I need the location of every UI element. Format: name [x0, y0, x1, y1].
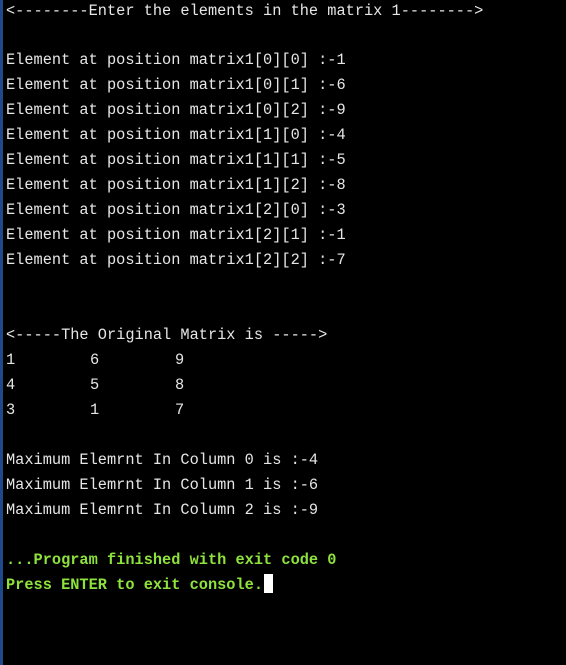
console-line: Element at position matrix1[2][2] :-7 [6, 251, 346, 269]
console-line: Element at position matrix1[0][1] :-6 [6, 76, 346, 94]
matrix-cell: 3 [6, 401, 16, 419]
matrix-cell: 7 [175, 401, 185, 419]
matrix-title: <-----The Original Matrix is -----> [6, 326, 328, 344]
console-window[interactable]: <--------Enter the elements in the matri… [0, 0, 566, 665]
matrix-cell: 4 [6, 376, 16, 394]
exit-status-message: ...Program finished with exit code 0 [6, 551, 337, 569]
console-line: Maximum Elemrnt In Column 2 is :-9 [6, 501, 319, 519]
console-line: Element at position matrix1[1][1] :-5 [6, 151, 346, 169]
matrix-cell: 5 [90, 376, 100, 394]
console-line: Element at position matrix1[0][2] :-9 [6, 101, 346, 119]
console-line: Maximum Elemrnt In Column 1 is :-6 [6, 476, 319, 494]
console-line: Maximum Elemrnt In Column 0 is :-4 [6, 451, 319, 469]
console-line: Element at position matrix1[2][0] :-3 [6, 201, 346, 219]
text-cursor[interactable] [264, 574, 274, 593]
press-enter-text: Press ENTER to exit console. [6, 576, 264, 594]
console-line: Element at position matrix1[2][1] :-1 [6, 226, 346, 244]
matrix-cell: 1 [6, 351, 16, 369]
console-line: Element at position matrix1[1][0] :-4 [6, 126, 346, 144]
matrix-cell: 9 [175, 351, 185, 369]
matrix-cell: 6 [90, 351, 100, 369]
press-enter-prompt: Press ENTER to exit console. [6, 573, 274, 598]
input-header: <--------Enter the elements in the matri… [6, 2, 484, 20]
matrix-cell: 8 [175, 376, 185, 394]
console-line: Element at position matrix1[1][2] :-8 [6, 176, 346, 194]
matrix-cell: 1 [90, 401, 100, 419]
console-line: Element at position matrix1[0][0] :-1 [6, 51, 346, 69]
